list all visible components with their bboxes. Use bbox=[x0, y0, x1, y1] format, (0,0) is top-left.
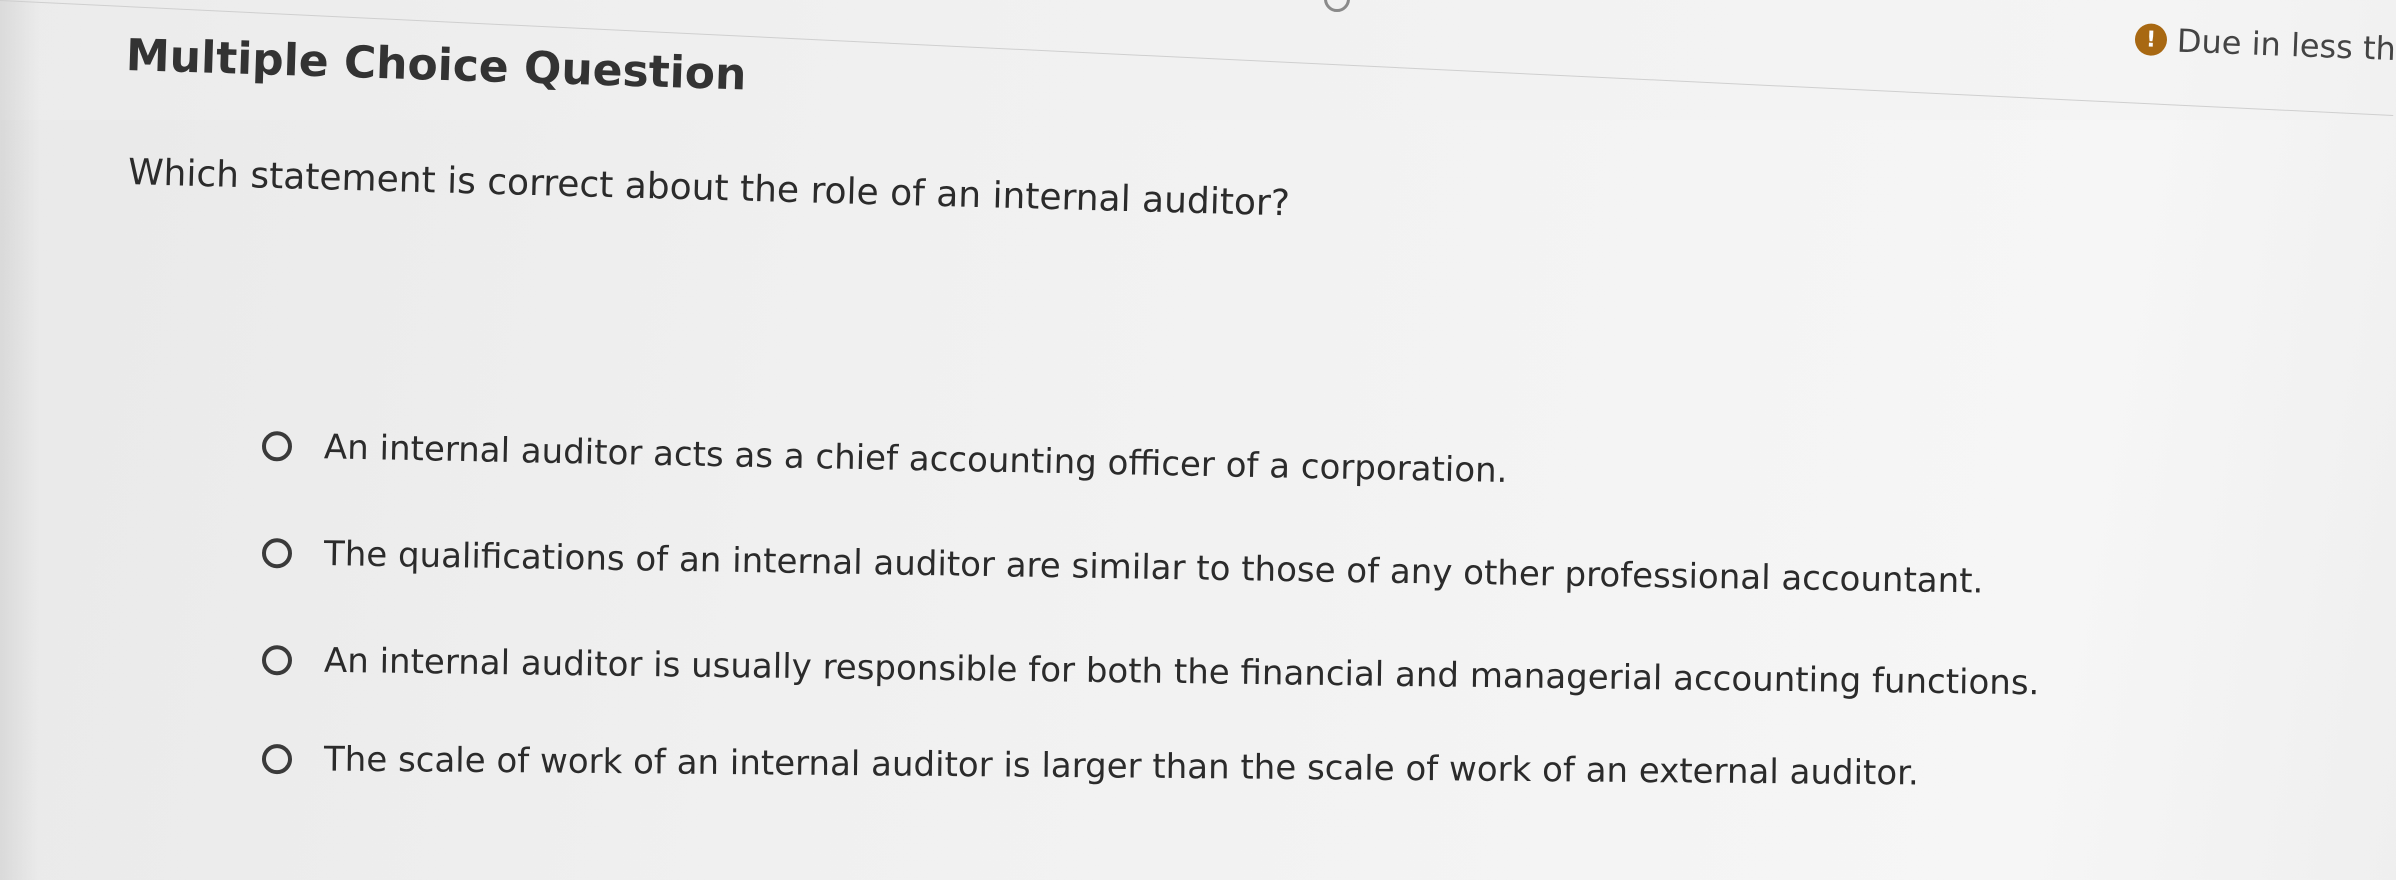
radio-button[interactable] bbox=[261, 744, 293, 775]
answer-option-4[interactable]: The scale of work of an internal auditor… bbox=[261, 739, 1919, 794]
left-edge-shadow bbox=[0, 0, 40, 880]
question-prompt: Which statement is correct about the rol… bbox=[127, 152, 1291, 225]
radio-button[interactable] bbox=[261, 431, 293, 462]
answer-option-label: The scale of work of an internal auditor… bbox=[323, 739, 1919, 794]
answer-option-1[interactable]: An internal auditor acts as a chief acco… bbox=[261, 426, 1508, 491]
radio-button[interactable] bbox=[261, 538, 293, 569]
radio-button[interactable] bbox=[261, 645, 293, 676]
answer-option-label: An internal auditor is usually responsib… bbox=[323, 640, 2040, 704]
answer-option-2[interactable]: The qualifications of an internal audito… bbox=[261, 533, 1984, 602]
answer-option-label: An internal auditor acts as a chief acco… bbox=[323, 427, 1508, 491]
clock-alert-icon: ! bbox=[2134, 23, 2168, 57]
answer-option-3[interactable]: An internal auditor is usually responsib… bbox=[261, 640, 2040, 704]
answer-option-label: The qualifications of an internal audito… bbox=[323, 534, 1984, 602]
